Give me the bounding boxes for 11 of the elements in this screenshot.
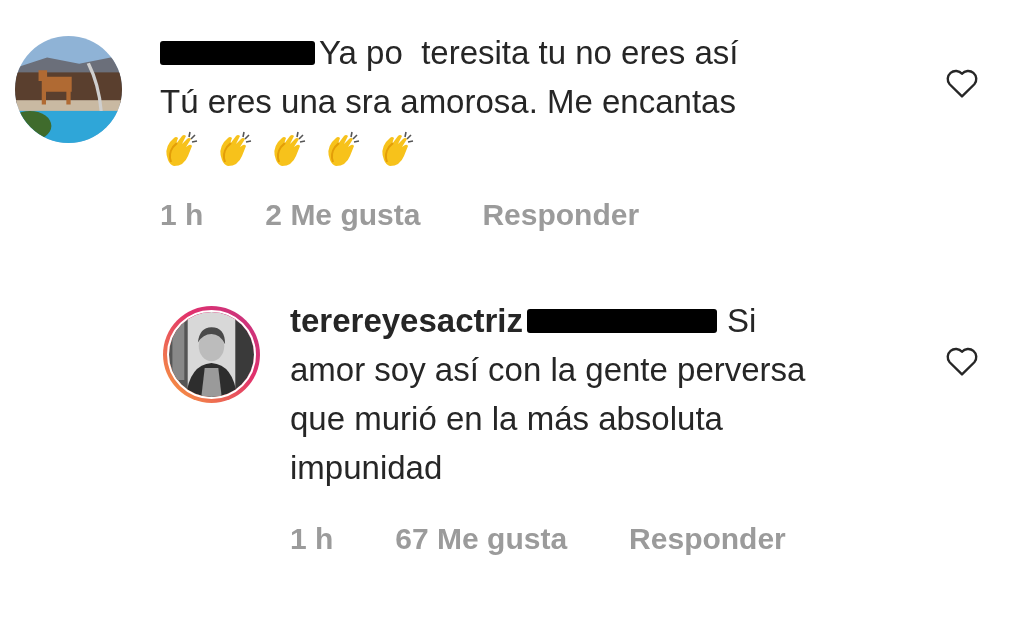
comment-text: Tú eres una sra amorosa. Me encantas	[160, 82, 737, 122]
comment-text: Si	[727, 301, 757, 341]
likes-link[interactable]: 2 Me gusta	[265, 198, 421, 232]
likes-link[interactable]: 67 Me gusta	[395, 522, 568, 556]
comment-time: 1 h	[290, 522, 334, 556]
reply-button[interactable]: Responder	[629, 522, 786, 556]
reply-button[interactable]: Responder	[482, 198, 640, 232]
comment-text: amor soy así con la gente perversa que murió en la más absoluta impunidad	[290, 350, 807, 488]
comment-text: Ya po teresita tu no eres así	[319, 33, 739, 73]
username[interactable]: terereyesactriz	[290, 296, 523, 345]
comment-time: 1 h	[160, 198, 204, 232]
